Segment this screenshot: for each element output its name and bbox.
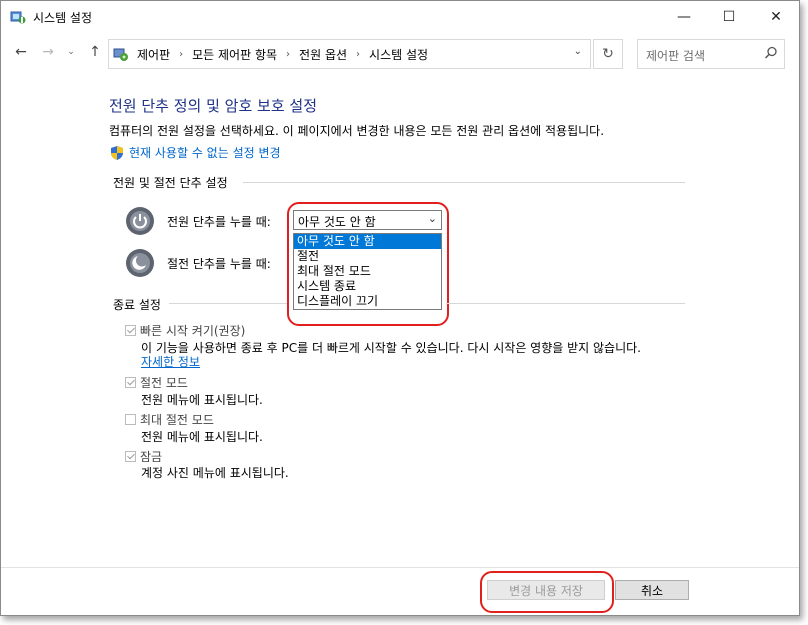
sleep-button-row: 절전 단추를 누를 때: <box>125 247 271 279</box>
hibernate-checkbox[interactable] <box>125 414 136 425</box>
back-button[interactable]: ← <box>11 41 31 63</box>
sleep-button-icon <box>126 249 154 277</box>
sleep-button-label: 절전 단추를 누를 때: <box>167 257 271 271</box>
breadcrumb-separator[interactable]: › <box>286 49 290 60</box>
search-icon <box>764 46 777 59</box>
save-button-highlight-annotation <box>480 571 614 613</box>
close-button[interactable]: ✕ <box>753 1 799 33</box>
refresh-button[interactable]: ↻ <box>593 39 623 69</box>
hibernate-description: 전원 메뉴에 표시됩니다. <box>141 430 263 444</box>
more-info-link[interactable]: 자세한 정보 <box>141 353 200 370</box>
fast-startup-checkbox[interactable] <box>125 325 136 336</box>
breadcrumb: 제어판 › 모든 제어판 항목 › 전원 옵션 › 시스템 설정 <box>137 40 428 68</box>
shutdown-section-heading: 종료 설정 <box>113 298 161 312</box>
power-buttons-section-heading: 전원 및 절전 단추 설정 <box>113 176 228 190</box>
breadcrumb-separator[interactable]: › <box>356 49 360 60</box>
navigation-bar: ← → ⌄ ↑ 제어판 › 모든 제어판 항목 › 전원 옵션 › 시스템 설정… <box>1 35 799 71</box>
page-description: 컴퓨터의 전원 설정을 선택하세요. 이 페이지에서 변경한 내용은 모든 전원… <box>109 124 605 138</box>
sleep-checkbox[interactable] <box>125 377 136 388</box>
lock-description: 계정 사진 메뉴에 표시됩니다. <box>141 466 289 480</box>
maximize-button[interactable]: ☐ <box>706 1 752 33</box>
control-panel-icon <box>113 48 128 61</box>
lock-checkbox[interactable] <box>125 451 136 462</box>
lock-checkbox-row[interactable]: 잠금 <box>125 448 162 465</box>
shutdown-section-divider-right <box>446 303 685 304</box>
title-bar: 시스템 설정 — ☐ ✕ <box>1 1 799 33</box>
fast-startup-description: 이 기능을 사용하면 종료 후 PC를 더 빠르게 시작할 수 있습니다. 다시… <box>141 341 641 355</box>
sleep-description: 전원 메뉴에 표시됩니다. <box>141 393 263 407</box>
control-panel-window: 시스템 설정 — ☐ ✕ ← → ⌄ ↑ 제어판 › 모든 제어판 항목 › 전… <box>0 0 800 616</box>
power-button-label: 전원 단추를 누를 때: <box>167 215 271 229</box>
up-button[interactable]: ↑ <box>85 41 105 63</box>
uac-shield-icon <box>111 145 123 160</box>
breadcrumb-item-power-options[interactable]: 전원 옵션 <box>299 46 347 63</box>
lock-label: 잠금 <box>140 450 163 464</box>
recent-locations-button[interactable]: ⌄ <box>64 41 78 63</box>
power-button-icon <box>126 207 154 235</box>
breadcrumb-item-system-settings[interactable]: 시스템 설정 <box>369 46 428 63</box>
sleep-checkbox-row[interactable]: 절전 모드 <box>125 374 188 391</box>
power-button-row: 전원 단추를 누를 때: <box>125 205 271 237</box>
hibernate-label: 최대 절전 모드 <box>140 413 214 427</box>
power-options-app-icon <box>10 11 26 24</box>
address-bar[interactable]: 제어판 › 모든 제어판 항목 › 전원 옵션 › 시스템 설정 ⌄ <box>108 39 591 69</box>
hibernate-checkbox-row[interactable]: 최대 절전 모드 <box>125 411 214 428</box>
sleep-label: 절전 모드 <box>140 376 188 390</box>
shutdown-section-divider-left <box>169 303 287 304</box>
breadcrumb-item-control-panel[interactable]: 제어판 <box>137 46 170 63</box>
forward-button[interactable]: → <box>38 41 58 63</box>
fast-startup-checkbox-row[interactable]: 빠른 시작 켜기(권장) <box>125 322 245 339</box>
search-placeholder: 제어판 검색 <box>646 49 706 63</box>
cancel-button[interactable]: 취소 <box>615 580 689 600</box>
minimize-button[interactable]: — <box>661 1 707 33</box>
breadcrumb-separator[interactable]: › <box>179 49 183 60</box>
change-unavailable-settings-link[interactable]: 현재 사용할 수 없는 설정 변경 <box>109 144 281 161</box>
search-input[interactable]: 제어판 검색 <box>637 39 785 69</box>
change-link-label: 현재 사용할 수 없는 설정 변경 <box>129 146 281 160</box>
dropdown-highlight-annotation <box>287 202 449 326</box>
fast-startup-label: 빠른 시작 켜기(권장) <box>140 324 246 338</box>
power-section-divider <box>243 182 685 183</box>
breadcrumb-item-all-control-panel-items[interactable]: 모든 제어판 항목 <box>192 46 277 63</box>
address-history-dropdown[interactable]: ⌄ <box>574 46 582 57</box>
window-title: 시스템 설정 <box>33 11 93 25</box>
page-title: 전원 단추 정의 및 암호 보호 설정 <box>109 97 318 115</box>
